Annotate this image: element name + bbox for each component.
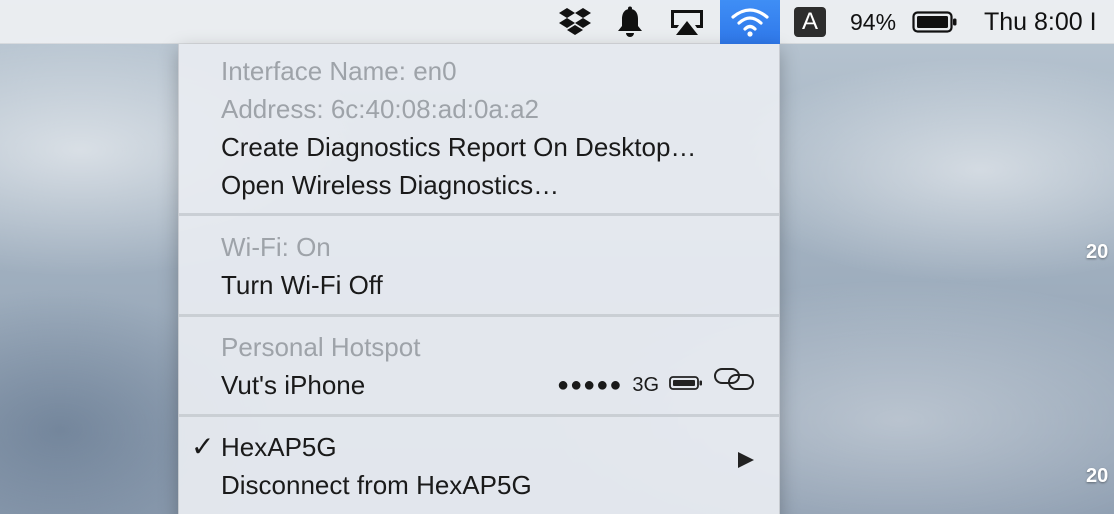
- input-source-icon[interactable]: A: [790, 0, 830, 44]
- menu-item-address: Address: 6c:40:08:ad:0a:a2: [179, 90, 779, 128]
- create-report-label: Create Diagnostics Report On Desktop…: [221, 132, 697, 162]
- address-label: Address: 6c:40:08:ad:0a:a2: [221, 94, 540, 124]
- menu-item-network-hexap5g[interactable]: ✓ HexAP5G: [179, 428, 779, 468]
- signal-strength-dots: ●●●●●: [557, 374, 623, 396]
- menu-separator: [179, 213, 779, 216]
- battery-icon[interactable]: [910, 0, 960, 44]
- input-source-label: A: [794, 7, 826, 37]
- hotspot-device-label: Vut's iPhone: [221, 370, 366, 400]
- menu-item-disconnect[interactable]: Disconnect from HexAP5G: [179, 466, 779, 504]
- menu-item-interface-name: Interface Name: en0: [179, 52, 779, 90]
- menu-item-create-diagnostics-report[interactable]: Create Diagnostics Report On Desktop…: [179, 128, 779, 166]
- network-type-label: 3G: [632, 374, 660, 396]
- desktop-item-label: 20: [1086, 465, 1109, 487]
- hotspot-battery-icon: [669, 366, 703, 404]
- dropbox-icon[interactable]: [554, 0, 596, 44]
- menu-section-personal-hotspot: Personal Hotspot: [179, 328, 779, 366]
- disconnect-label: Disconnect from HexAP5G: [221, 470, 532, 500]
- menu-separator: [179, 314, 779, 317]
- menu-item-hotspot-device[interactable]: Vut's iPhone ●●●●● 3G: [179, 366, 779, 404]
- menu-item-turn-wifi-off[interactable]: Turn Wi-Fi Off: [179, 266, 779, 304]
- open-diagnostics-label: Open Wireless Diagnostics…: [221, 170, 560, 200]
- hotspot-status: ●●●●● 3G: [557, 366, 755, 404]
- desktop-item-label: 20: [1086, 241, 1109, 263]
- network-name-label: HexAP5G: [221, 432, 337, 462]
- battery-percentage: 94%: [850, 9, 897, 35]
- checkmark-icon: ✓: [191, 431, 215, 462]
- interface-name-label: Interface Name: en0: [221, 56, 457, 86]
- menu-bar-clock[interactable]: Thu 8:00 I: [984, 0, 1097, 44]
- turn-wifi-off-label: Turn Wi-Fi Off: [221, 270, 383, 300]
- wifi-icon[interactable]: [720, 0, 780, 44]
- menu-bar: A 94% Thu 8:00 I: [0, 0, 1114, 44]
- airplay-icon[interactable]: [664, 0, 710, 44]
- wifi-status-label: Wi-Fi: On: [221, 232, 331, 262]
- menu-separator: [179, 414, 779, 417]
- link-icon: [713, 366, 755, 405]
- menu-item-wifi-status: Wi-Fi: On: [179, 228, 779, 266]
- notification-bell-icon[interactable]: [610, 0, 650, 44]
- menu-item-open-wireless-diagnostics[interactable]: Open Wireless Diagnostics…: [179, 166, 779, 204]
- wifi-menu: Interface Name: en0 Address: 6c:40:08:ad…: [178, 44, 780, 514]
- personal-hotspot-header: Personal Hotspot: [221, 332, 421, 362]
